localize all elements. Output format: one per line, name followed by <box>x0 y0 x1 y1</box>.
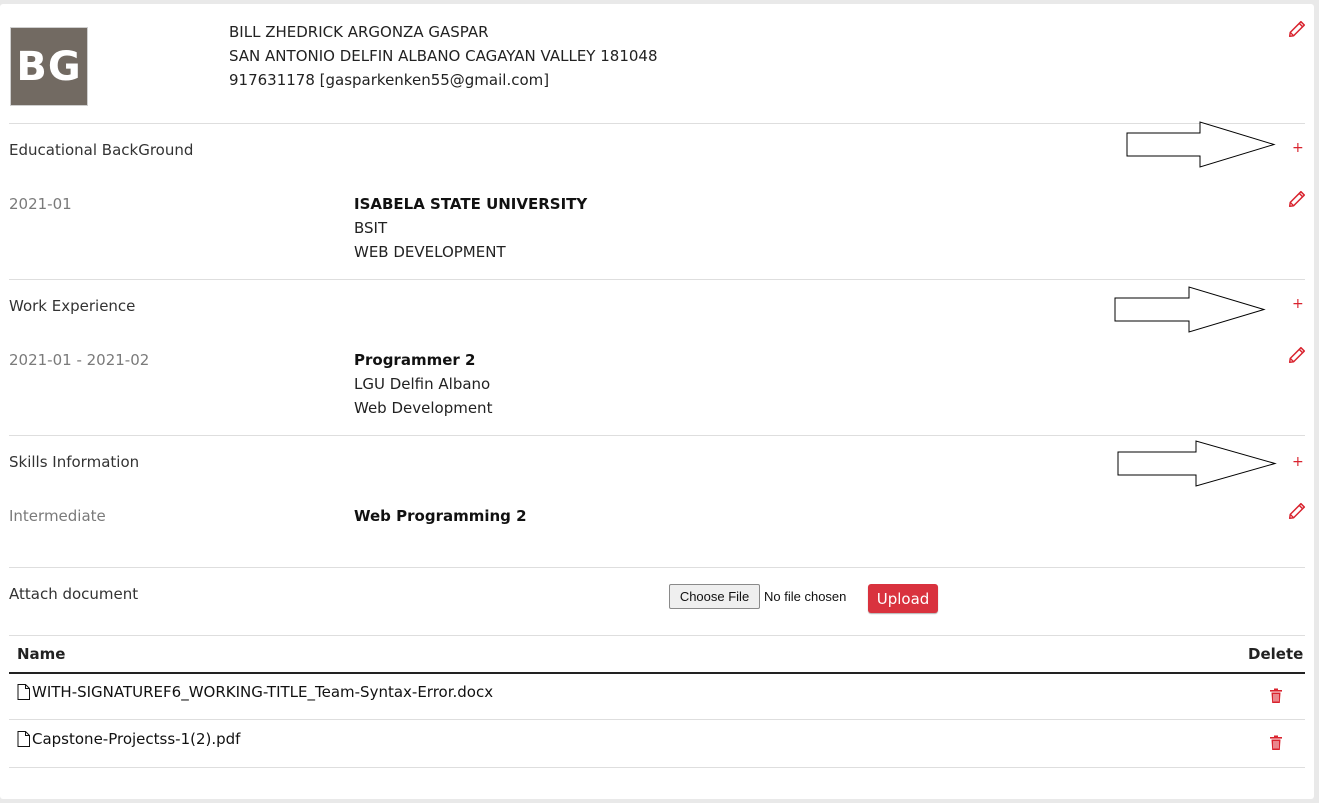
skill-name: Web Programming 2 <box>354 507 527 525</box>
divider <box>9 435 1305 436</box>
table-row: Capstone-Projectss-1(2).pdf <box>17 730 240 748</box>
skill-level: Intermediate <box>9 507 106 525</box>
education-course: BSIT <box>354 219 388 237</box>
no-file-chosen-text: No file chosen <box>764 589 847 604</box>
attach-label: Attach document <box>9 585 139 603</box>
file-icon <box>17 684 30 700</box>
work-position: Programmer 2 <box>354 351 476 369</box>
education-date: 2021-01 <box>9 195 72 213</box>
education-school: ISABELA STATE UNIVERSITY <box>354 195 588 213</box>
table-header-name: Name <box>17 645 66 663</box>
work-field: Web Development <box>354 399 493 417</box>
edit-skill-pencil-icon[interactable] <box>1288 502 1306 520</box>
profile-name: BILL ZHEDRICK ARGONZA GASPAR <box>229 23 489 41</box>
edit-education-pencil-icon[interactable] <box>1288 190 1306 208</box>
work-section-title: Work Experience <box>9 297 136 315</box>
divider <box>9 635 1305 636</box>
divider <box>9 767 1305 768</box>
divider <box>9 279 1305 280</box>
table-row: WITH-SIGNATUREF6_WORKING-TITLE_Team-Synt… <box>17 683 493 701</box>
choose-file-button[interactable]: Choose File <box>669 584 760 609</box>
work-date: 2021-01 - 2021-02 <box>9 351 150 369</box>
add-skill-button[interactable]: + <box>1292 455 1304 469</box>
arrow-right-icon <box>1114 286 1266 333</box>
divider <box>9 719 1305 720</box>
divider <box>9 567 1305 568</box>
table-header-delete: Delete <box>1248 645 1304 663</box>
divider <box>9 123 1305 124</box>
edit-profile-pencil-icon[interactable] <box>1288 20 1306 38</box>
table-header-divider <box>9 672 1305 674</box>
file-link[interactable]: WITH-SIGNATUREF6_WORKING-TITLE_Team-Synt… <box>32 683 493 701</box>
work-company: LGU Delfin Albano <box>354 375 491 393</box>
profile-address: SAN ANTONIO DELFIN ALBANO CAGAYAN VALLEY… <box>229 47 658 65</box>
add-education-button[interactable]: + <box>1292 141 1304 155</box>
add-work-button[interactable]: + <box>1292 297 1304 311</box>
edit-work-pencil-icon[interactable] <box>1288 346 1306 364</box>
arrow-right-icon <box>1126 121 1276 168</box>
skills-section-title: Skills Information <box>9 453 140 471</box>
delete-file-trash-icon[interactable] <box>1269 735 1283 751</box>
education-major: WEB DEVELOPMENT <box>354 243 506 261</box>
avatar: BG <box>10 27 88 106</box>
file-icon <box>17 731 30 747</box>
delete-file-trash-icon[interactable] <box>1269 688 1283 704</box>
profile-contact: 917631178 [gasparkenken55@gmail.com] <box>229 71 550 89</box>
file-link[interactable]: Capstone-Projectss-1(2).pdf <box>32 730 240 748</box>
education-section-title: Educational BackGround <box>9 141 194 159</box>
avatar-initials: BG <box>16 43 82 90</box>
arrow-right-icon <box>1117 440 1277 487</box>
upload-button[interactable]: Upload <box>868 584 938 613</box>
